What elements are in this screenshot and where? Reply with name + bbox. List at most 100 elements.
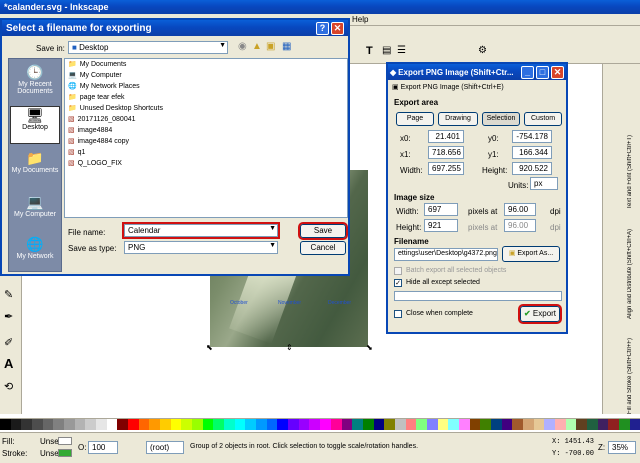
file-list-item[interactable]: ▧ 20171126_080041 bbox=[65, 114, 347, 125]
color-swatch[interactable] bbox=[373, 419, 385, 430]
color-swatch[interactable] bbox=[32, 419, 43, 430]
zoom-input[interactable]: 35% bbox=[608, 441, 636, 454]
color-swatch[interactable] bbox=[522, 419, 534, 430]
color-swatch[interactable] bbox=[480, 419, 491, 430]
color-swatch[interactable] bbox=[170, 419, 182, 430]
color-swatch[interactable] bbox=[597, 419, 609, 430]
x1-input[interactable]: 718.656 bbox=[428, 146, 464, 159]
color-swatch[interactable] bbox=[234, 419, 246, 430]
close-icon[interactable]: ✕ bbox=[331, 21, 344, 35]
new-folder-icon[interactable]: ▣ bbox=[266, 41, 275, 52]
area-drawing-button[interactable]: Drawing bbox=[438, 112, 478, 126]
file-list-item[interactable]: ▧ image4884 bbox=[65, 125, 347, 136]
img-height-input[interactable]: 921 bbox=[424, 219, 458, 232]
selection-handle[interactable]: ⬉ bbox=[206, 343, 213, 352]
color-swatch[interactable] bbox=[245, 419, 257, 430]
units-select[interactable]: px bbox=[530, 177, 558, 190]
color-swatch[interactable] bbox=[213, 419, 225, 430]
color-swatch[interactable] bbox=[416, 419, 427, 430]
color-swatch[interactable] bbox=[608, 419, 619, 430]
color-swatch[interactable] bbox=[128, 419, 139, 430]
color-swatch[interactable] bbox=[405, 419, 417, 430]
color-swatch[interactable] bbox=[576, 419, 587, 430]
y0-input[interactable]: -754.178 bbox=[512, 130, 552, 143]
color-swatch[interactable] bbox=[448, 419, 459, 430]
dpi-y-input[interactable]: 96.00 bbox=[504, 219, 536, 232]
close-when-complete-checkbox[interactable] bbox=[394, 310, 402, 318]
area-page-button[interactable]: Page bbox=[396, 112, 434, 126]
color-swatch[interactable] bbox=[149, 419, 161, 430]
text-tool-icon[interactable]: A bbox=[4, 356, 13, 371]
spiral-tool-icon[interactable]: ⟲ bbox=[4, 380, 13, 393]
selection-handle[interactable]: ⇕ bbox=[286, 343, 293, 352]
color-swatch[interactable] bbox=[426, 419, 438, 430]
color-swatch[interactable] bbox=[74, 419, 86, 430]
batch-checkbox[interactable] bbox=[394, 267, 402, 275]
color-swatch[interactable] bbox=[288, 419, 299, 430]
color-swatch[interactable] bbox=[618, 419, 630, 430]
color-swatch[interactable] bbox=[181, 419, 193, 430]
back-icon[interactable]: ◉ bbox=[238, 41, 247, 52]
place-my-network[interactable]: 🌐 My Network bbox=[10, 236, 60, 270]
height-input[interactable]: 920.522 bbox=[512, 162, 552, 175]
up-folder-icon[interactable]: ▲ bbox=[252, 41, 262, 52]
chevron-down-icon[interactable]: ▼ bbox=[219, 42, 226, 49]
dock-tab-text[interactable]: Text and Font (Shift+Ctrl+T) bbox=[627, 114, 639, 209]
color-swatch[interactable] bbox=[384, 419, 395, 430]
chevron-down-icon[interactable]: ▼ bbox=[269, 242, 276, 249]
width-input[interactable]: 697.255 bbox=[428, 162, 464, 175]
color-swatch[interactable] bbox=[160, 419, 171, 430]
color-swatch[interactable] bbox=[586, 419, 598, 430]
color-swatch[interactable] bbox=[64, 419, 75, 430]
place-my-documents[interactable]: 📁 My Documents bbox=[10, 150, 60, 188]
color-swatch[interactable] bbox=[437, 419, 449, 430]
dpi-x-input[interactable]: 96.00 bbox=[504, 203, 536, 216]
stroke-swatch[interactable] bbox=[58, 449, 72, 457]
selection-handle[interactable]: ⬊ bbox=[366, 343, 373, 352]
layer-select[interactable]: (root) bbox=[146, 441, 184, 454]
file-list-item[interactable]: ▧ image4884 copy bbox=[65, 136, 347, 147]
close-icon[interactable]: ✕ bbox=[551, 65, 564, 79]
text-tool-icon[interactable]: T bbox=[366, 45, 373, 57]
color-swatch[interactable] bbox=[298, 419, 310, 430]
hide-checkbox[interactable]: ✓ bbox=[394, 279, 402, 287]
save-button[interactable]: Save bbox=[298, 222, 348, 240]
file-list-item[interactable]: 📁 page tear efek bbox=[65, 92, 347, 103]
maximize-icon[interactable]: □ bbox=[536, 65, 549, 79]
file-list-item[interactable]: 💻 My Computer bbox=[65, 70, 347, 81]
color-swatch[interactable] bbox=[544, 419, 555, 430]
pen-tool-icon[interactable]: ✒ bbox=[4, 310, 13, 323]
export-button[interactable]: ✔ Export bbox=[518, 304, 562, 324]
calligraphy-tool-icon[interactable]: ✐ bbox=[4, 336, 13, 349]
place-my-computer[interactable]: 💻 My Computer bbox=[10, 194, 60, 232]
filetype-select[interactable]: PNG ▼ bbox=[124, 241, 278, 254]
file-list-item[interactable]: 📁 My Documents bbox=[65, 59, 347, 70]
color-swatch[interactable] bbox=[320, 419, 331, 430]
place-desktop[interactable]: 🖥 Desktop bbox=[10, 106, 60, 144]
opacity-input[interactable]: 100 bbox=[88, 441, 118, 454]
color-swatch[interactable] bbox=[309, 419, 321, 430]
color-swatch[interactable] bbox=[458, 419, 470, 430]
img-width-input[interactable]: 697 bbox=[424, 203, 458, 216]
file-list[interactable]: 📁 My Documents 💻 My Computer 🌐 My Network Pla… bbox=[64, 58, 348, 218]
y1-input[interactable]: 166.344 bbox=[512, 146, 552, 159]
color-swatch[interactable] bbox=[96, 419, 107, 430]
color-swatch[interactable] bbox=[0, 419, 11, 430]
file-list-item[interactable]: ▧ Q_LOGO_FIX bbox=[65, 158, 347, 169]
fill-swatch[interactable] bbox=[58, 437, 72, 445]
color-swatch[interactable] bbox=[565, 419, 577, 430]
color-swatch[interactable] bbox=[256, 419, 267, 430]
x0-input[interactable]: 21.401 bbox=[428, 130, 464, 143]
save-in-select[interactable]: ■ Desktop ▼ bbox=[68, 41, 228, 54]
align-icon[interactable]: ☰ bbox=[397, 45, 406, 56]
cancel-button[interactable]: Cancel bbox=[300, 241, 346, 255]
file-list-item[interactable]: 📁 Unused Desktop Shortcuts bbox=[65, 103, 347, 114]
color-swatch[interactable] bbox=[469, 419, 481, 430]
color-swatch[interactable] bbox=[21, 419, 33, 430]
color-swatch[interactable] bbox=[10, 419, 22, 430]
color-palette[interactable] bbox=[0, 418, 640, 430]
filename-input[interactable]: Calendar ▼ bbox=[122, 222, 280, 239]
color-swatch[interactable] bbox=[512, 419, 523, 430]
color-swatch[interactable] bbox=[501, 419, 513, 430]
color-swatch[interactable] bbox=[330, 419, 342, 430]
